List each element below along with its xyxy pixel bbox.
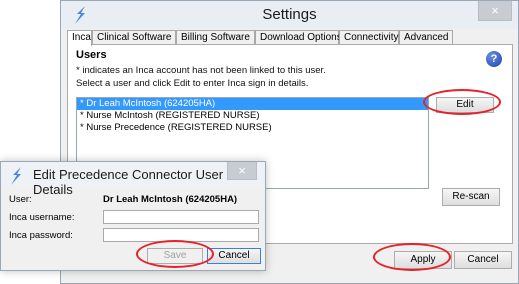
dialog-cancel-button[interactable]: Cancel — [207, 248, 261, 264]
help-icon[interactable]: ? — [486, 51, 502, 67]
edit-button[interactable]: Edit — [436, 97, 494, 113]
list-item-user[interactable]: * Nurse Precedence (REGISTERED NURSE) — [77, 122, 428, 134]
save-button[interactable]: Save — [147, 248, 203, 264]
tab-connectivity[interactable]: Connectivity — [339, 30, 399, 44]
app-logo-icon — [11, 167, 21, 185]
dialog-titlebar: Edit Precedence Connector User Details × — [1, 162, 265, 197]
tab-billing-software[interactable]: Billing Software — [176, 30, 255, 44]
inca-username-label: Inca username: — [9, 212, 75, 223]
inca-username-input[interactable] — [103, 210, 259, 224]
user-label: User: — [9, 194, 32, 205]
settings-title: Settings — [262, 6, 317, 23]
inca-password-input[interactable] — [103, 228, 259, 242]
dialog-close-button[interactable]: × — [227, 162, 257, 180]
settings-titlebar: Settings × — [61, 1, 518, 29]
users-heading: Users — [76, 49, 107, 61]
edit-user-dialog: Edit Precedence Connector User Details ×… — [0, 161, 266, 271]
settings-cancel-button[interactable]: Cancel — [454, 251, 512, 269]
list-item-user[interactable]: * Dr Leah McIntosh (624205HA) — [77, 98, 428, 110]
info-unlinked-note: * indicates an Inca account has not been… — [76, 65, 326, 76]
list-item-user[interactable]: * Nurse McIntosh (REGISTERED NURSE) — [77, 110, 428, 122]
tab-download-options[interactable]: Download Options — [255, 30, 342, 44]
tab-advanced[interactable]: Advanced — [399, 30, 453, 44]
rescan-button[interactable]: Re-scan — [442, 188, 500, 206]
close-icon: × — [491, 3, 499, 18]
settings-close-button[interactable]: × — [478, 1, 512, 21]
info-instructions: Select a user and click Edit to enter In… — [76, 78, 309, 89]
close-icon: × — [238, 163, 246, 178]
tab-clinical-software[interactable]: Clinical Software — [92, 30, 176, 44]
tab-inca[interactable]: Inca — [67, 30, 92, 46]
user-value: Dr Leah McIntosh (624205HA) — [103, 194, 238, 205]
inca-password-label: Inca password: — [9, 230, 73, 241]
apply-button[interactable]: Apply — [394, 251, 452, 269]
